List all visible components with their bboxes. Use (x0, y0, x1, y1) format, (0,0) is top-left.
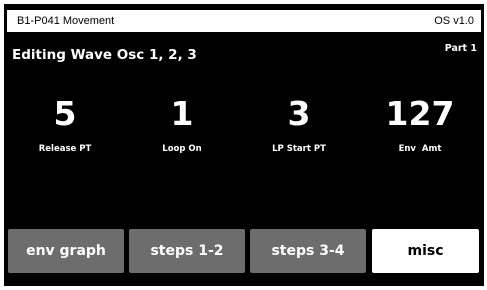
param-label: Loop On (162, 144, 202, 154)
param-label: Release PT (38, 144, 92, 154)
param-value: 127 (385, 94, 455, 133)
param-value: 5 (53, 94, 77, 133)
tab-steps-3-4[interactable]: steps 3-4 (250, 229, 366, 273)
part-label: Part 1 (444, 43, 477, 54)
tab-misc[interactable]: misc (372, 229, 479, 273)
os-version: OS v1.0 (434, 15, 474, 27)
param-value: 1 (170, 94, 194, 133)
param-value: 3 (287, 94, 311, 133)
status-bar: B1-P041 Movement OS v1.0 (7, 10, 481, 32)
device-screen: B1-P041 Movement OS v1.0 Editing Wave Os… (4, 4, 484, 286)
param-env-amt[interactable]: 127 Env Amt (365, 94, 475, 155)
tab-env-graph[interactable]: env graph (8, 229, 124, 273)
param-label: Env Amt (398, 144, 442, 154)
param-lp-start-pt[interactable]: 3 LP Start PT (244, 94, 354, 155)
patch-name: B1-P041 Movement (17, 15, 115, 27)
tab-steps-1-2[interactable]: steps 1-2 (129, 229, 245, 273)
param-release-pt[interactable]: 5 Release PT (10, 94, 120, 155)
page-title: Editing Wave Osc 1, 2, 3 (12, 47, 197, 63)
param-loop-on[interactable]: 1 Loop On (127, 94, 237, 155)
param-label: LP Start PT (272, 144, 326, 154)
